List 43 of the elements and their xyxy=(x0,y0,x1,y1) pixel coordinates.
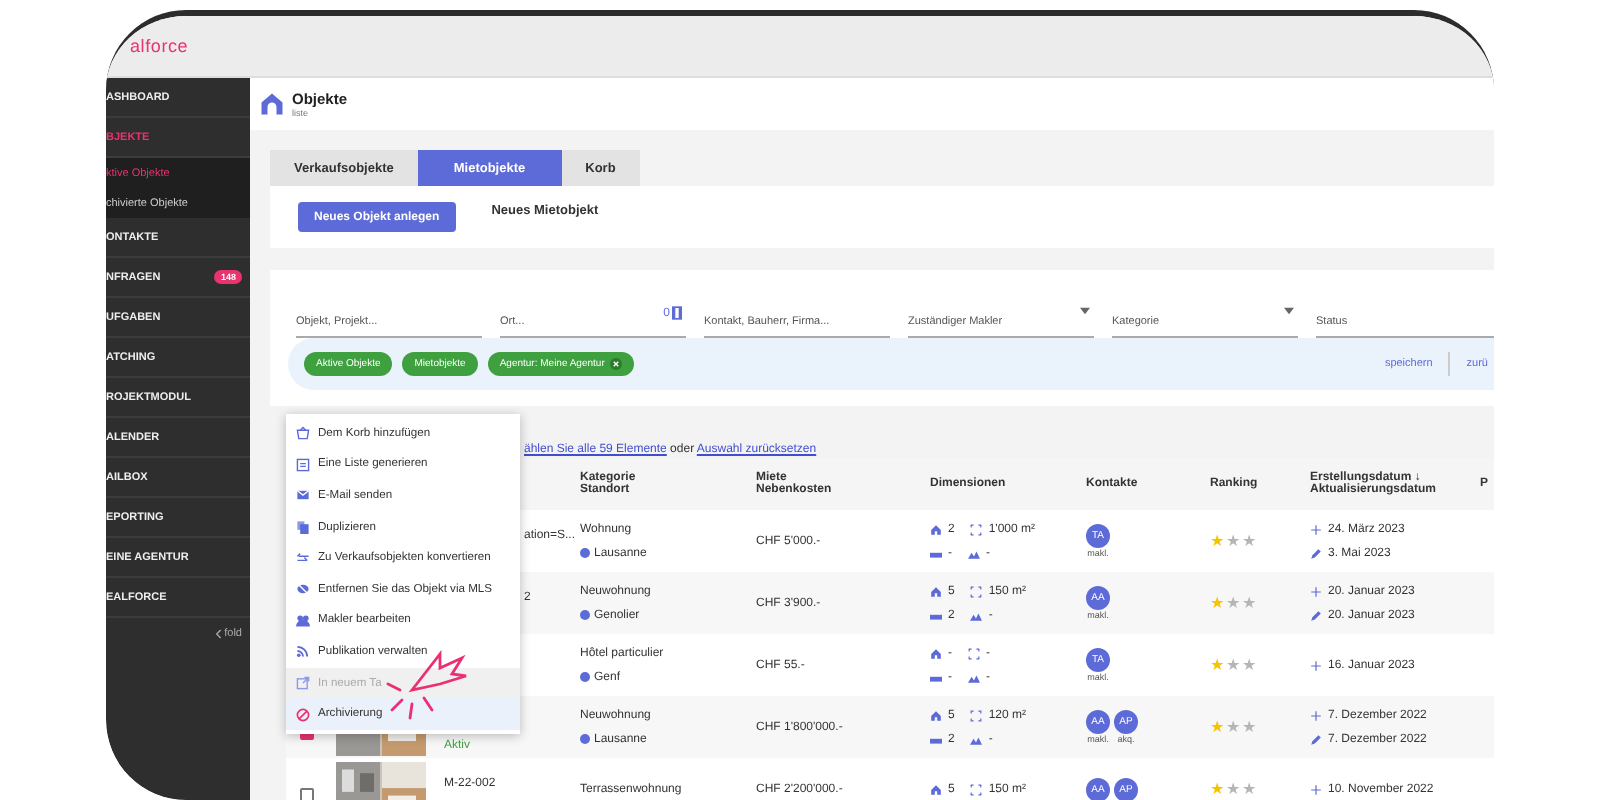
area-icon xyxy=(970,709,983,721)
logo[interactable]: alforce xyxy=(130,36,189,56)
external-link-icon xyxy=(296,676,310,691)
people-icon xyxy=(296,613,310,628)
house-icon xyxy=(930,523,942,535)
plus-icon xyxy=(1310,709,1322,721)
area-icon xyxy=(968,647,980,659)
mountain-icon xyxy=(970,609,983,621)
area-icon xyxy=(970,585,983,597)
house-icon xyxy=(930,647,942,659)
pencil-icon xyxy=(1310,733,1322,745)
area-icon xyxy=(970,783,983,795)
rss-icon xyxy=(296,644,310,659)
plus-icon xyxy=(1310,523,1322,535)
caret-icon[interactable] xyxy=(1080,306,1090,316)
house-icon xyxy=(930,585,942,597)
mountain-icon xyxy=(968,547,980,559)
house-icon xyxy=(260,92,284,116)
forbidden-icon xyxy=(296,707,310,722)
bed-icon xyxy=(930,547,942,559)
mountain-icon xyxy=(968,671,980,683)
pencil-icon xyxy=(1310,547,1322,559)
house-icon xyxy=(930,709,942,721)
bed-icon xyxy=(930,609,942,621)
house-icon xyxy=(930,783,942,795)
close-icon[interactable] xyxy=(610,358,623,370)
bed-icon xyxy=(930,671,942,683)
row-checkbox[interactable] xyxy=(300,788,314,800)
eye-off-icon xyxy=(296,582,310,597)
copy-icon xyxy=(296,520,310,535)
mail-icon xyxy=(296,488,310,503)
plus-icon xyxy=(1310,659,1322,671)
mountain-icon xyxy=(970,733,983,745)
list-icon xyxy=(296,457,310,472)
arrows-icon xyxy=(296,551,310,566)
bed-icon xyxy=(930,733,942,745)
chevron-left-icon[interactable] xyxy=(214,628,223,640)
area-icon xyxy=(970,523,983,535)
basket-icon xyxy=(296,426,310,441)
plus-icon xyxy=(1310,783,1322,795)
caret-icon[interactable] xyxy=(1284,306,1294,316)
pencil-icon xyxy=(1310,609,1322,621)
plus-icon xyxy=(1310,585,1322,597)
